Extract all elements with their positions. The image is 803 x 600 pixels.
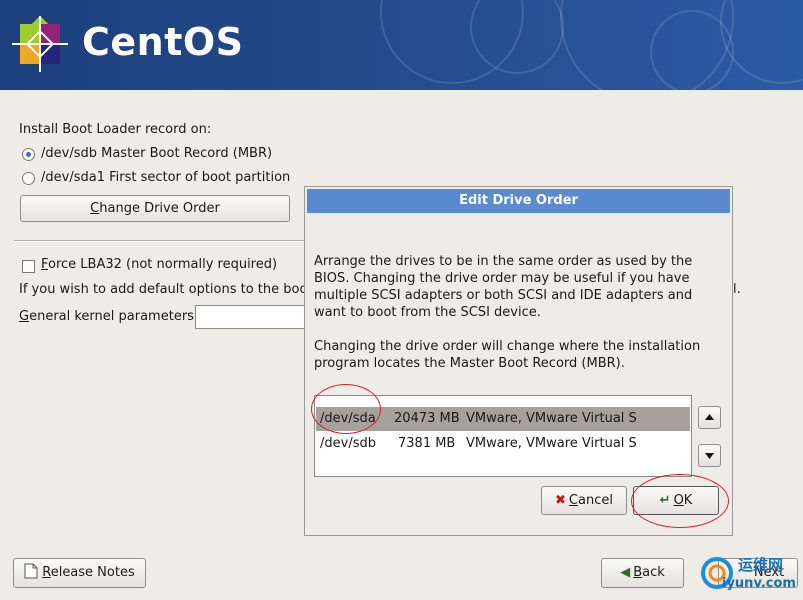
back-arrow-icon: ◀	[620, 565, 631, 580]
arrow-down-icon	[705, 453, 714, 459]
force-lba32-checkbox[interactable]	[22, 260, 35, 273]
change-drive-order-label: hange Drive Order	[99, 201, 220, 216]
drive-size: 7381 MB	[398, 436, 456, 451]
drive-row-sdb[interactable]: /dev/sdb 7381 MB VMware, VMware Virtual …	[316, 432, 690, 456]
arrow-up-icon	[705, 414, 714, 420]
dialog-mbr-note: Changing the drive order will change whe…	[314, 339, 701, 371]
document-icon	[24, 563, 38, 579]
site-watermark: 运维网 iyunv.com	[700, 552, 800, 598]
banner-swirl-decoration	[720, 0, 803, 84]
move-down-button[interactable]	[698, 444, 721, 467]
change-drive-order-button[interactable]: Change Drive Order	[20, 195, 290, 222]
drive-device: /dev/sdb	[320, 436, 376, 451]
kernel-params-hint-tail: l.	[733, 282, 741, 297]
dialog-title: Edit Drive Order	[307, 189, 730, 213]
annotation-circle-sda	[311, 384, 381, 434]
watermark-url: iyunv.com	[722, 576, 796, 591]
header-banner: CentOS	[0, 0, 803, 90]
install-boot-loader-heading: Install Boot Loader record on:	[19, 122, 212, 137]
drive-model: VMware, VMware Virtual S	[466, 411, 637, 426]
centos-logo-icon	[12, 15, 68, 72]
back-button[interactable]: ◀ Back	[601, 558, 684, 588]
watermark-text-cn: 运维网	[738, 556, 784, 574]
annotation-circle-ok	[631, 474, 729, 528]
radio-first-sector[interactable]	[22, 172, 35, 185]
cancel-icon: ✖	[555, 493, 566, 508]
kernel-params-label: General kernel parameters	[19, 309, 194, 324]
radio-first-sector-label[interactable]: /dev/sda1 First sector of boot partition	[41, 170, 290, 185]
change-drive-order-mnemonic: C	[90, 201, 100, 216]
kernel-params-input[interactable]	[195, 305, 307, 329]
drive-size: 20473 MB	[394, 411, 460, 426]
drive-model: VMware, VMware Virtual S	[466, 436, 637, 451]
radio-mbr[interactable]	[22, 148, 35, 161]
radio-mbr-label[interactable]: /dev/sdb Master Boot Record (MBR)	[41, 146, 272, 161]
kernel-params-hint: If you wish to add default options to th…	[19, 282, 308, 297]
cancel-button[interactable]: ✖ Cancel	[541, 486, 627, 515]
section-divider	[14, 240, 306, 242]
release-notes-button[interactable]: Release Notes	[13, 558, 146, 588]
move-up-button[interactable]	[698, 406, 721, 429]
centos-logo-text: CentOS	[82, 20, 244, 64]
dialog-description: Arrange the drives to be in the same ord…	[314, 254, 693, 320]
force-lba32-label[interactable]: Force LBA32 (not normally required)	[41, 257, 277, 272]
